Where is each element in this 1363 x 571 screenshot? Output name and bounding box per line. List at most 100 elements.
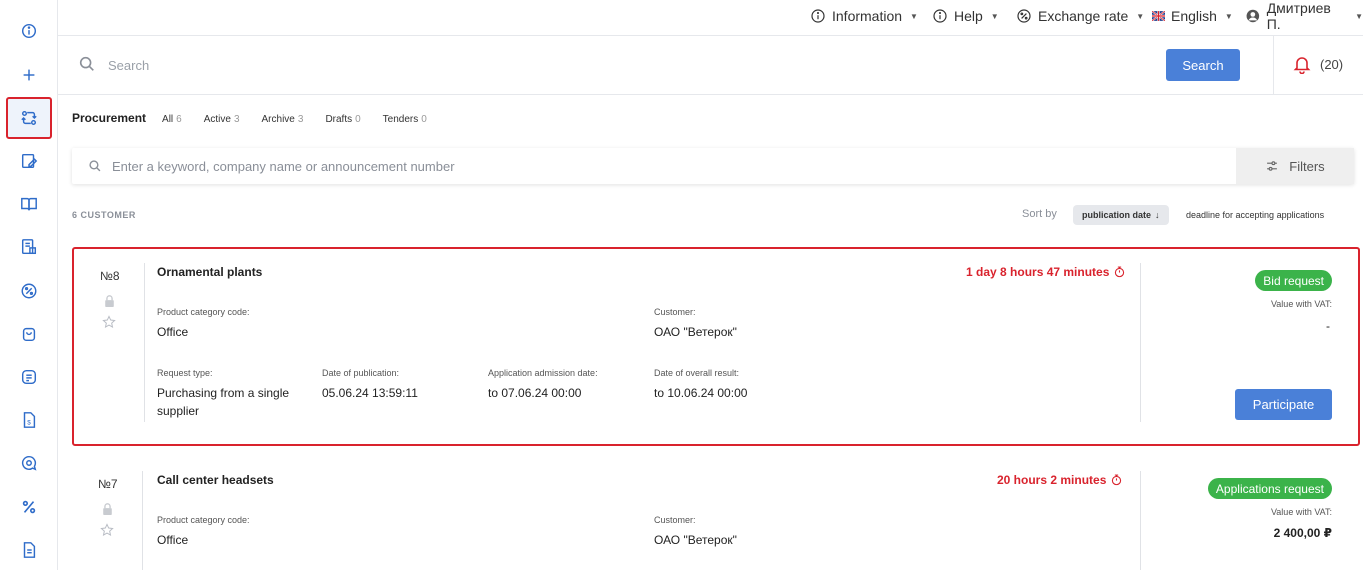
chevron-down-icon: ▼ xyxy=(1224,11,1233,21)
bag-icon[interactable] xyxy=(6,313,52,355)
percent-circle-icon xyxy=(1017,9,1031,23)
customer-value: ОАО "Ветерок" xyxy=(654,533,737,547)
plus-icon[interactable] xyxy=(6,54,52,96)
tab-archive[interactable]: Archive 3 xyxy=(262,114,304,125)
stopwatch-icon xyxy=(1115,266,1125,278)
divider xyxy=(1140,263,1141,422)
tab-label: Active xyxy=(203,114,231,125)
tab-count: 0 xyxy=(355,114,361,125)
participate-button[interactable]: Participate xyxy=(1235,389,1332,420)
divider xyxy=(144,263,145,422)
sliders-icon xyxy=(1267,161,1278,171)
tab-label: Drafts xyxy=(325,114,353,125)
procurement-card[interactable]: №8 Ornamental plants 1 day 8 hours 47 mi… xyxy=(72,247,1360,446)
customer-value: ОАО "Ветерок" xyxy=(654,325,737,339)
publication-date-value: 05.06.24 13:59:11 xyxy=(322,386,418,400)
search-chat-icon[interactable] xyxy=(6,442,52,484)
chevron-down-icon: ▼ xyxy=(1136,11,1145,21)
star-icon[interactable] xyxy=(100,523,114,542)
tab-label: Tenders xyxy=(382,114,419,125)
document-edit-icon[interactable] xyxy=(6,140,52,182)
user-menu[interactable]: Дмитриев П. ▼ xyxy=(1245,0,1363,32)
help-menu[interactable]: Help ▼ xyxy=(932,0,999,32)
category-label: Product category code: xyxy=(157,515,250,525)
vat-value: - xyxy=(1326,319,1330,333)
file-icon[interactable] xyxy=(6,529,52,571)
lock-icon xyxy=(102,502,113,520)
tab-count: 3 xyxy=(297,114,304,125)
vat-value: 2 400,00 ₽ xyxy=(1273,526,1332,540)
status-badge: Bid request xyxy=(1255,270,1332,291)
card-title[interactable]: Call center headsets xyxy=(157,473,274,487)
vat-label: Value with VAT: xyxy=(1270,299,1332,309)
deadline-timer: 20 hours 2 minutes xyxy=(997,473,1122,487)
exchange-rate-label: Exchange rate xyxy=(1038,8,1129,24)
result-date-label: Date of overall result: xyxy=(654,368,740,378)
tab-tenders[interactable]: Tenders 0 xyxy=(383,114,427,125)
info-icon[interactable] xyxy=(6,10,52,52)
star-icon[interactable] xyxy=(102,315,116,334)
card-number: №8 xyxy=(100,269,120,283)
status-badge: Applications request xyxy=(1207,478,1332,499)
category-value: Office xyxy=(157,325,189,339)
keyword-search-input[interactable] xyxy=(112,153,1232,179)
category-label: Product category code: xyxy=(157,307,250,317)
admission-date-label: Application admission date: xyxy=(488,368,598,378)
publication-date-label: Date of publication: xyxy=(322,368,400,378)
exchange-rate-menu[interactable]: Exchange rate ▼ xyxy=(1016,0,1144,32)
tab-active[interactable]: Active 3 xyxy=(204,114,240,125)
search-icon xyxy=(88,159,102,178)
admission-date-value: to 07.06.24 00:00 xyxy=(488,386,582,400)
tab-all[interactable]: All 6 xyxy=(162,114,182,125)
exchange-icon[interactable] xyxy=(6,97,52,139)
invoice-icon[interactable]: $ xyxy=(6,399,52,441)
keyword-search: Filters xyxy=(72,148,1354,184)
search-input[interactable] xyxy=(108,52,1158,78)
help-icon xyxy=(933,9,947,23)
search-row: Search (20) xyxy=(58,36,1363,95)
category-value: Office xyxy=(157,533,189,547)
sort-deadline[interactable]: deadline for accepting applications xyxy=(1186,210,1324,220)
sidebar: $ xyxy=(0,0,58,570)
uk-flag-icon xyxy=(1152,11,1165,21)
tab-count: 6 xyxy=(176,114,182,125)
card-title[interactable]: Ornamental plants xyxy=(157,265,262,279)
customer-label: Customer: xyxy=(654,307,696,317)
request-type-label: Request type: xyxy=(157,368,213,378)
result-date-value: to 10.06.24 00:00 xyxy=(654,386,748,400)
language-menu[interactable]: English ▼ xyxy=(1152,0,1233,32)
filters-label: Filters xyxy=(1289,158,1325,174)
percent-icon[interactable] xyxy=(6,486,52,528)
percent-circle-icon[interactable] xyxy=(6,270,52,312)
tab-count: 0 xyxy=(421,114,427,125)
svg-text:$: $ xyxy=(27,420,31,427)
list-icon[interactable] xyxy=(6,356,52,398)
results-count: 6 CUSTOMER xyxy=(72,210,136,220)
user-icon xyxy=(1246,9,1260,23)
filters-button[interactable]: Filters xyxy=(1236,148,1354,184)
divider xyxy=(1140,471,1141,570)
tab-drafts[interactable]: Drafts 0 xyxy=(325,114,360,125)
top-bar: Information ▼ Help ▼ Exchange rate ▼ Eng… xyxy=(58,0,1363,36)
report-icon[interactable] xyxy=(6,226,52,268)
arrow-down-icon: ↓ xyxy=(1155,210,1160,220)
tab-label: Archive xyxy=(261,114,295,125)
divider xyxy=(1273,36,1274,95)
customer-label: Customer: xyxy=(654,515,696,525)
sort-option-label: publication date xyxy=(1082,210,1152,220)
language-label: English xyxy=(1171,8,1217,24)
book-icon[interactable] xyxy=(6,183,52,225)
notifications-button[interactable]: (20) xyxy=(1292,54,1343,74)
sort-publication-date[interactable]: publication date ↓ xyxy=(1073,205,1169,225)
tab-label: All xyxy=(162,114,174,125)
lock-icon xyxy=(104,294,115,312)
procurement-tabs: Procurement All 6 Active 3 Archive 3 Drafts… xyxy=(72,111,449,125)
search-button[interactable]: Search xyxy=(1166,49,1240,81)
deadline-timer: 1 day 8 hours 47 minutes xyxy=(966,265,1125,279)
sort-by-label: Sort by xyxy=(1022,208,1057,220)
procurement-card[interactable]: №7 Call center headsets 20 hours 2 minut… xyxy=(72,458,1360,570)
user-name: Дмитриев П. xyxy=(1266,0,1331,32)
chevron-down-icon: ▼ xyxy=(990,11,999,21)
search-icon xyxy=(78,55,96,78)
information-menu[interactable]: Information ▼ xyxy=(810,0,918,32)
